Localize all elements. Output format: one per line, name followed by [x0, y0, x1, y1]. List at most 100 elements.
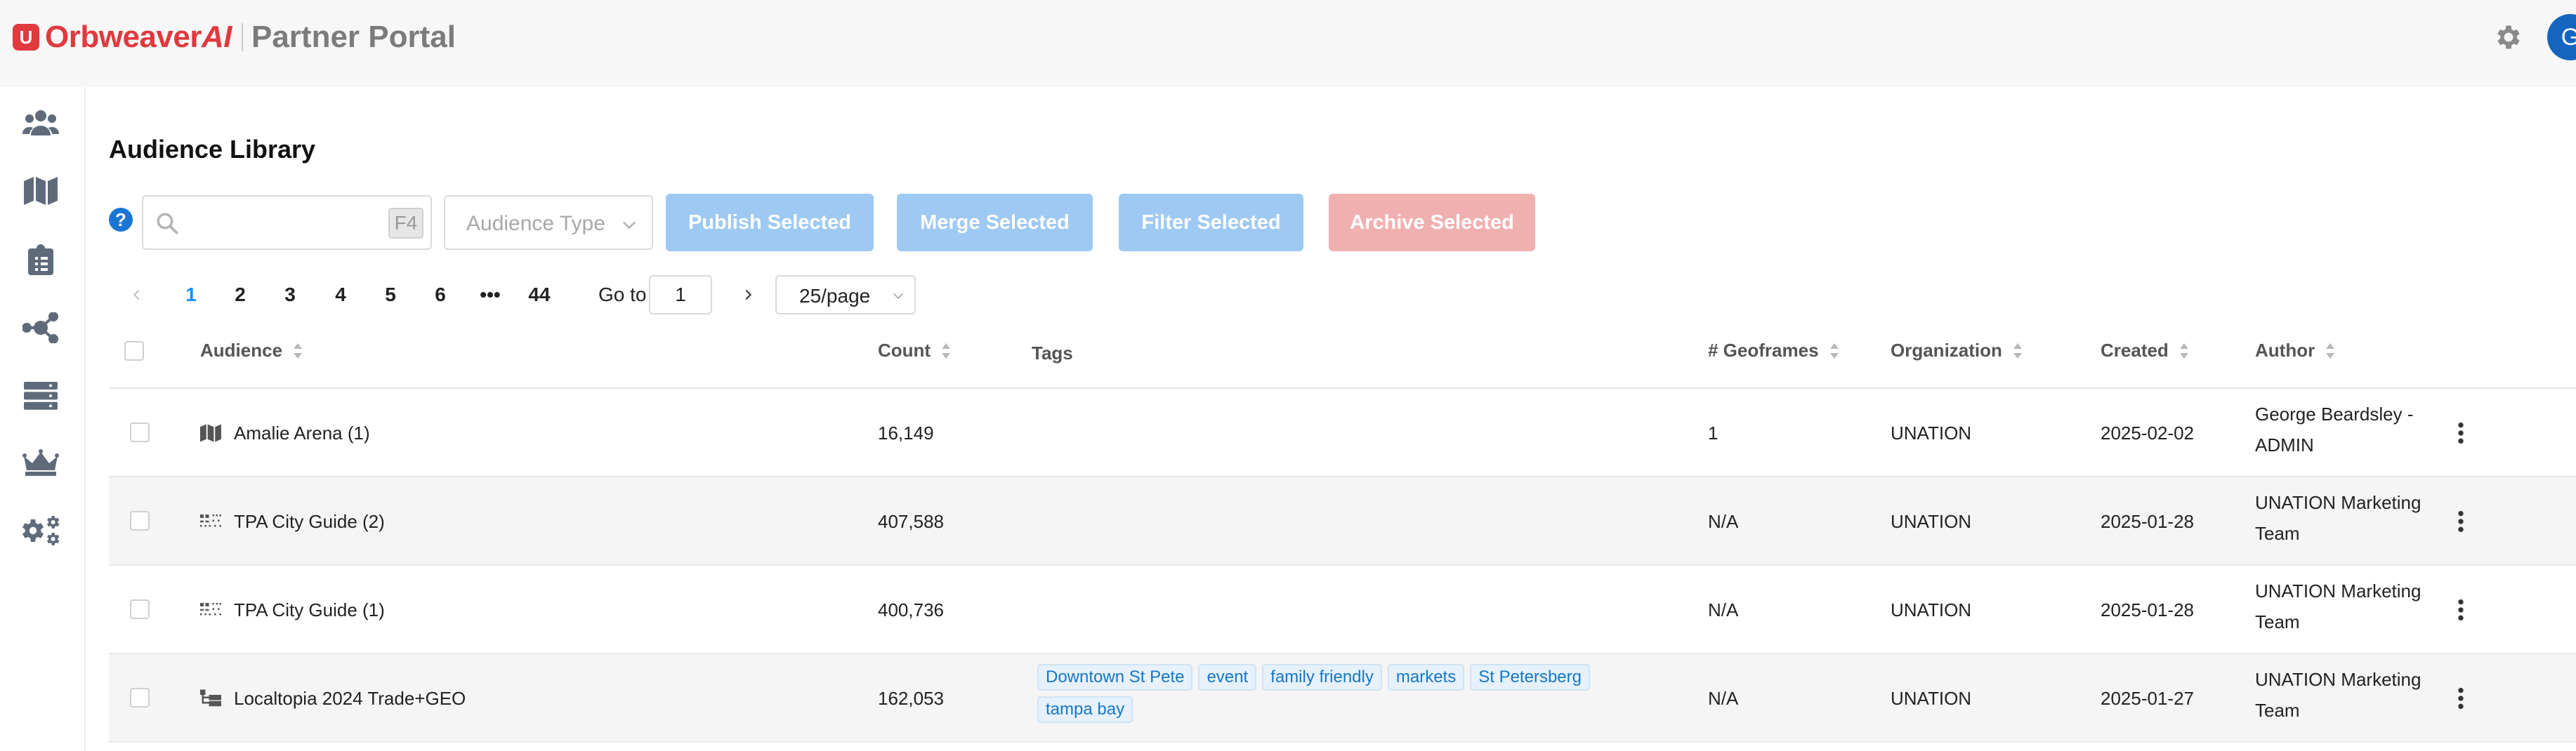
- table-row[interactable]: Amalie Arena (1) 16,149 1 UNATION 2025-0…: [109, 389, 2576, 477]
- author-line-1: UNATION Marketing: [2255, 580, 2421, 602]
- server-icon[interactable]: [21, 376, 60, 416]
- user-avatar[interactable]: G: [2547, 14, 2576, 60]
- author-line-2: Team: [2255, 700, 2300, 721]
- page-1-link[interactable]: 1: [173, 275, 209, 314]
- header-organization[interactable]: Organization: [1891, 340, 2023, 361]
- chevron-down-icon: [893, 293, 904, 300]
- page-44-link[interactable]: 44: [522, 275, 557, 314]
- page-size-select[interactable]: 25/page: [775, 275, 916, 314]
- header-audience-label: Audience: [200, 340, 283, 361]
- audience-count: 407,588: [878, 511, 944, 532]
- page-2-link[interactable]: 2: [223, 275, 258, 314]
- header-geoframes[interactable]: # Geoframes: [1708, 340, 1840, 361]
- crown-icon[interactable]: [21, 444, 60, 483]
- created-date: 2025-01-28: [2101, 511, 2194, 532]
- tag[interactable]: family friendly: [1262, 664, 1382, 691]
- tree-icon: [200, 689, 221, 707]
- filter-selected-button[interactable]: Filter Selected: [1119, 194, 1303, 251]
- tag[interactable]: Downtown St Pete: [1037, 664, 1193, 691]
- header-tags: Tags: [1032, 343, 1073, 364]
- table-row[interactable]: Localtopia 2024 Trade+GEO 162,053 Downto…: [109, 654, 2576, 743]
- author-line-2: ADMIN: [2255, 434, 2314, 456]
- geoframes-count: 1: [1708, 423, 1719, 444]
- header-author[interactable]: Author: [2255, 340, 2336, 361]
- goto-page-input[interactable]: 1: [649, 275, 712, 314]
- page-size-value: 25/page: [799, 285, 871, 307]
- header-count-label: Count: [878, 340, 931, 361]
- goto-label: Go to: [598, 284, 647, 305]
- audience-name[interactable]: TPA City Guide (1): [234, 599, 385, 621]
- prev-page-icon[interactable]: [129, 286, 145, 303]
- dots-grid-icon: [200, 514, 221, 527]
- organization: UNATION: [1891, 511, 1972, 532]
- audience-type-select[interactable]: Audience Type: [444, 195, 653, 250]
- page-3-link[interactable]: 3: [272, 275, 308, 314]
- merge-selected-button[interactable]: Merge Selected: [897, 194, 1093, 251]
- row-checkbox[interactable]: [130, 511, 150, 531]
- chevron-down-icon: [622, 221, 636, 230]
- organization: UNATION: [1891, 423, 1972, 444]
- table-row[interactable]: TPA City Guide (1) 400,736 N/A UNATION 2…: [109, 566, 2576, 654]
- audience-name[interactable]: Amalie Arena (1): [234, 423, 370, 444]
- more-actions-icon[interactable]: [2456, 421, 2466, 445]
- audience-count: 400,736: [878, 599, 944, 620]
- author-line-2: Team: [2255, 523, 2300, 544]
- organization: UNATION: [1891, 599, 1972, 620]
- cogs-icon[interactable]: [21, 511, 60, 550]
- page-4-link[interactable]: 4: [323, 275, 358, 314]
- brand-text: Orbweaver: [45, 20, 202, 54]
- portal-title: Partner Portal: [251, 20, 456, 54]
- more-actions-icon[interactable]: [2456, 686, 2466, 710]
- row-checkbox[interactable]: [130, 688, 150, 707]
- page-6-link[interactable]: 6: [423, 275, 458, 314]
- header-organization-label: Organization: [1891, 340, 2002, 361]
- sort-icon: [2179, 343, 2188, 359]
- dots-grid-icon: [200, 603, 221, 616]
- author: UNATION Marketing Team: [2255, 487, 2431, 549]
- created-date: 2025-02-02: [2101, 423, 2194, 444]
- brand-name: OrbweaverAI: [45, 20, 232, 55]
- author-line-1: UNATION Marketing: [2255, 669, 2421, 690]
- archive-selected-button[interactable]: Archive Selected: [1329, 194, 1535, 251]
- audience-count: 16,149: [878, 423, 934, 444]
- search-box[interactable]: F4: [142, 195, 432, 250]
- settings-gear-icon[interactable]: [2493, 22, 2524, 53]
- page-title: Audience Library: [109, 135, 316, 164]
- tag[interactable]: St Petersberg: [1470, 664, 1590, 691]
- publish-selected-button[interactable]: Publish Selected: [666, 194, 874, 251]
- select-all-checkbox[interactable]: [124, 341, 144, 361]
- more-actions-icon[interactable]: [2456, 598, 2466, 622]
- clipboard-icon[interactable]: [21, 240, 60, 279]
- users-icon[interactable]: [21, 103, 60, 142]
- sort-icon: [2013, 343, 2022, 359]
- search-input[interactable]: [185, 206, 375, 239]
- logo[interactable]: U OrbweaverAI Partner Portal: [13, 20, 456, 55]
- created-date: 2025-01-28: [2101, 599, 2194, 620]
- map-icon[interactable]: [21, 171, 60, 211]
- page-ellipsis[interactable]: •••: [473, 275, 508, 314]
- table-row[interactable]: TPA City Guide (2) 407,588 N/A UNATION 2…: [109, 477, 2576, 566]
- row-checkbox[interactable]: [130, 599, 150, 619]
- audience-name[interactable]: Localtopia 2024 Trade+GEO: [234, 688, 466, 710]
- author-line-2: Team: [2255, 611, 2300, 632]
- sort-icon: [294, 343, 303, 359]
- tag[interactable]: event: [1198, 664, 1257, 691]
- tag[interactable]: markets: [1387, 664, 1465, 691]
- logo-divider: [241, 23, 243, 51]
- row-checkbox[interactable]: [130, 423, 150, 442]
- pagination: 1 2 3 4 5 6 ••• 44: [0, 275, 2576, 314]
- author: George Beardsley - ADMIN: [2255, 399, 2431, 460]
- help-icon[interactable]: ?: [109, 208, 133, 232]
- page-5-link[interactable]: 5: [373, 275, 408, 314]
- top-bar: U OrbweaverAI Partner Portal G: [0, 0, 2576, 87]
- header-created[interactable]: Created: [2101, 340, 2190, 361]
- next-page-icon[interactable]: [740, 286, 756, 303]
- header-geoframes-label: # Geoframes: [1708, 340, 1819, 361]
- audience-name[interactable]: TPA City Guide (2): [234, 511, 385, 533]
- header-audience[interactable]: Audience: [200, 340, 303, 361]
- sort-icon: [942, 343, 951, 359]
- tag[interactable]: tampa bay: [1037, 696, 1133, 723]
- more-actions-icon[interactable]: [2456, 510, 2466, 533]
- header-count[interactable]: Count: [878, 340, 952, 361]
- search-shortcut-badge: F4: [388, 208, 423, 239]
